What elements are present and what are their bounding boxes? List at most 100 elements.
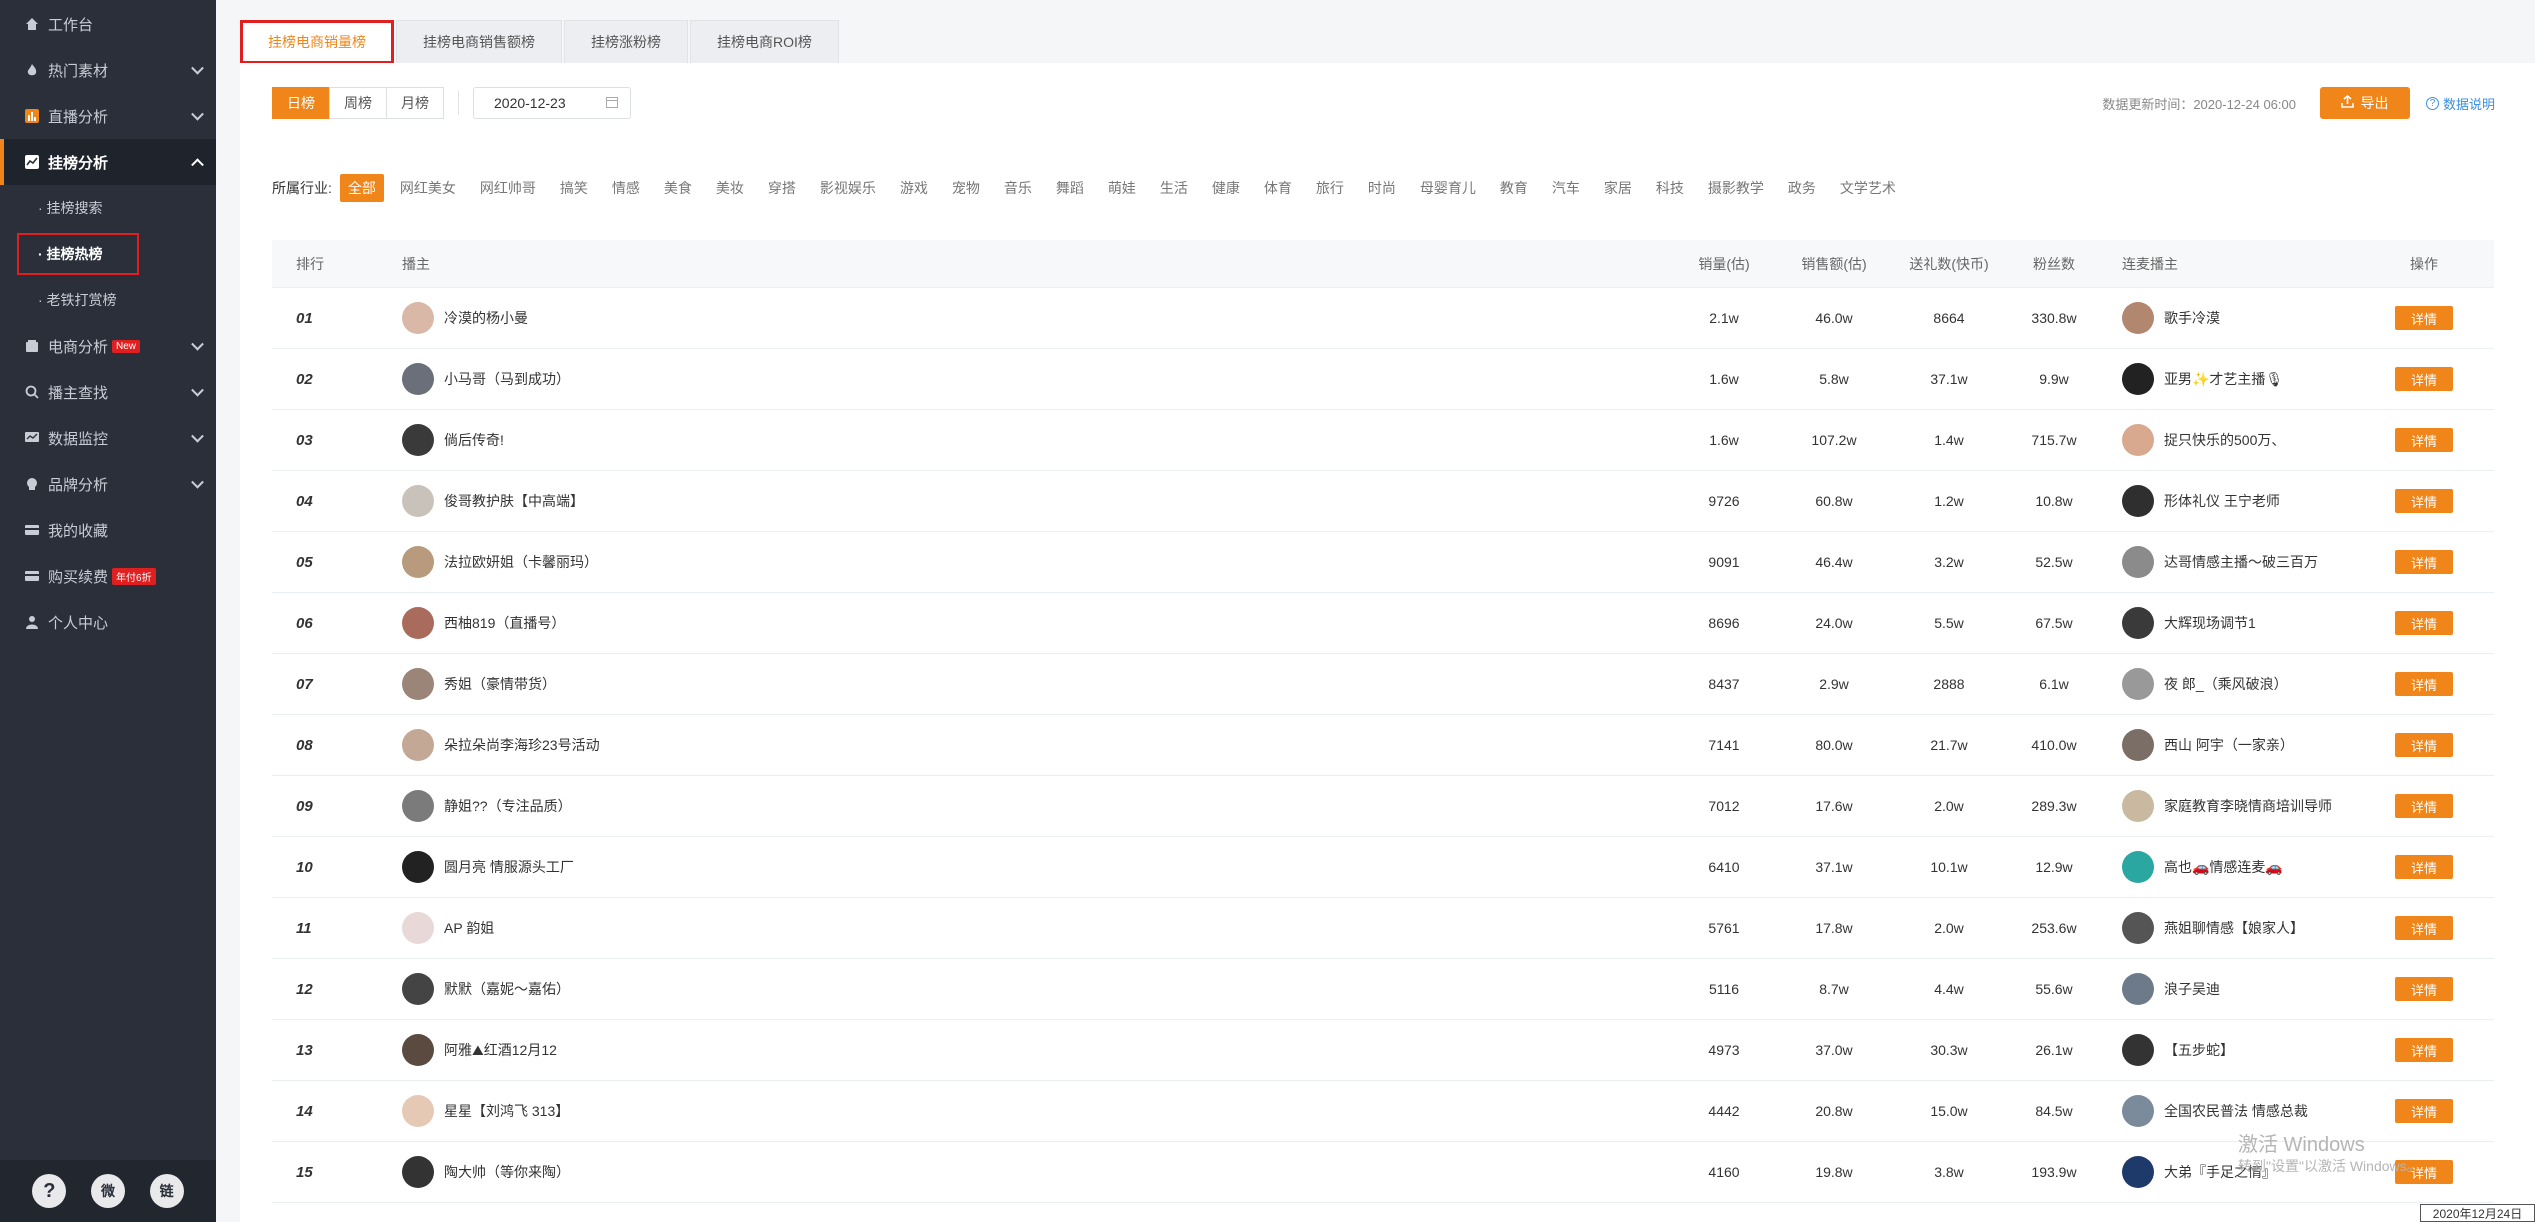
anchor-name[interactable]: 朵拉朵尚李海珍23号活动: [444, 735, 600, 755]
avatar[interactable]: [402, 1095, 434, 1127]
sidebar-item-hot-material[interactable]: 热门素材: [0, 47, 216, 93]
industry-chip[interactable]: 全部: [339, 174, 384, 202]
detail-button[interactable]: 详情: [2395, 367, 2453, 391]
industry-chip[interactable]: 家居: [1596, 174, 1640, 202]
detail-button[interactable]: 详情: [2395, 672, 2453, 696]
anchor-name[interactable]: 小马哥（马到成功）: [444, 369, 570, 389]
anchor-name[interactable]: 俊哥教护肤【中高端】: [444, 491, 584, 511]
linked-anchor-name[interactable]: 高也🚗情感连麦🚗: [2164, 857, 2283, 877]
linked-anchor-name[interactable]: 西山 阿宇（一家亲）: [2164, 735, 2294, 755]
avatar[interactable]: [2122, 1095, 2154, 1127]
sidebar-item-anchor-search[interactable]: 播主查找: [0, 369, 216, 415]
sidebar-item-favorites[interactable]: 我的收藏: [0, 507, 216, 553]
help-icon[interactable]: ?: [32, 1174, 67, 1208]
avatar[interactable]: [2122, 485, 2154, 517]
avatar[interactable]: [2122, 729, 2154, 761]
avatar[interactable]: [2122, 912, 2154, 944]
sidebar-item-ecommerce[interactable]: 电商分析 New: [0, 323, 216, 369]
avatar[interactable]: [2122, 1156, 2154, 1188]
avatar[interactable]: [402, 424, 434, 456]
avatar[interactable]: [402, 485, 434, 517]
sidebar-item-workbench[interactable]: 工作台: [0, 1, 216, 47]
avatar[interactable]: [402, 1034, 434, 1066]
link-icon[interactable]: 链: [149, 1174, 184, 1208]
industry-chip[interactable]: 游戏: [892, 174, 936, 202]
avatar[interactable]: [402, 363, 434, 395]
avatar[interactable]: [402, 546, 434, 578]
anchor-name[interactable]: 倘后传奇!: [444, 430, 504, 450]
linked-anchor-name[interactable]: 大辉现场调节1: [2164, 613, 2256, 633]
detail-button[interactable]: 详情: [2395, 611, 2453, 635]
industry-chip[interactable]: 穿搭: [760, 174, 804, 202]
industry-chip[interactable]: 摄影教学: [1700, 174, 1772, 202]
detail-button[interactable]: 详情: [2395, 855, 2453, 879]
linked-anchor-name[interactable]: 夜 郎_（乘风破浪）: [2164, 674, 2288, 694]
anchor-name[interactable]: 冷漠的杨小曼: [444, 308, 528, 328]
industry-chip[interactable]: 时尚: [1360, 174, 1404, 202]
anchor-name[interactable]: 静姐??（专注品质）: [444, 796, 572, 816]
linked-anchor-name[interactable]: 【五步蛇】: [2164, 1040, 2234, 1060]
data-help-link[interactable]: ? 数据说明: [2425, 94, 2495, 113]
industry-chip[interactable]: 文学艺术: [1832, 174, 1904, 202]
linked-anchor-name[interactable]: 亚男✨才艺主播🎙: [2164, 369, 2283, 389]
tab-ecommerce-sales-amount[interactable]: 挂榜电商销售额榜: [396, 20, 562, 64]
avatar[interactable]: [2122, 1034, 2154, 1066]
industry-chip[interactable]: 政务: [1780, 174, 1824, 202]
industry-chip[interactable]: 健康: [1204, 174, 1248, 202]
avatar[interactable]: [402, 302, 434, 334]
industry-chip[interactable]: 搞笑: [552, 174, 596, 202]
industry-chip[interactable]: 旅行: [1308, 174, 1352, 202]
detail-button[interactable]: 详情: [2395, 794, 2453, 818]
avatar[interactable]: [2122, 424, 2154, 456]
avatar[interactable]: [2122, 851, 2154, 883]
detail-button[interactable]: 详情: [2395, 733, 2453, 757]
anchor-name[interactable]: 默默（嘉妮～嘉佑）: [444, 979, 570, 999]
linked-anchor-name[interactable]: 全国农民普法 情感总裁: [2164, 1101, 2308, 1121]
linked-anchor-name[interactable]: 捉只快乐的500万、: [2164, 430, 2285, 450]
linked-anchor-name[interactable]: 燕姐聊情感【娘家人】: [2164, 918, 2304, 938]
export-button[interactable]: 导出: [2319, 87, 2410, 119]
industry-chip[interactable]: 舞蹈: [1048, 174, 1092, 202]
sidebar-item-live-analysis[interactable]: 直播分析: [0, 93, 216, 139]
industry-chip[interactable]: 体育: [1256, 174, 1300, 202]
detail-button[interactable]: 详情: [2395, 489, 2453, 513]
industry-chip[interactable]: 音乐: [996, 174, 1040, 202]
tab-ecommerce-sales-volume[interactable]: 挂榜电商销量榜: [240, 20, 394, 64]
avatar[interactable]: [2122, 363, 2154, 395]
anchor-name[interactable]: 陶大帅（等你来陶）: [444, 1162, 570, 1182]
detail-button[interactable]: 详情: [2395, 550, 2453, 574]
avatar[interactable]: [402, 912, 434, 944]
wechat-icon[interactable]: 微: [90, 1174, 125, 1208]
avatar[interactable]: [2122, 668, 2154, 700]
avatar[interactable]: [402, 1156, 434, 1188]
avatar[interactable]: [2122, 302, 2154, 334]
linked-anchor-name[interactable]: 家庭教育李晓情商培训导师: [2164, 796, 2332, 816]
avatar[interactable]: [2122, 607, 2154, 639]
linked-anchor-name[interactable]: 浪子吴迪: [2164, 979, 2220, 999]
industry-chip[interactable]: 科技: [1648, 174, 1692, 202]
anchor-name[interactable]: 西柚819（直播号）: [444, 613, 565, 633]
industry-chip[interactable]: 母婴育儿: [1412, 174, 1484, 202]
industry-chip[interactable]: 萌娃: [1100, 174, 1144, 202]
industry-chip[interactable]: 汽车: [1544, 174, 1588, 202]
sidebar-item-data-monitor[interactable]: 数据监控: [0, 415, 216, 461]
avatar[interactable]: [402, 790, 434, 822]
sidebar-item-rank-analysis[interactable]: 挂榜分析: [0, 139, 216, 185]
industry-chip[interactable]: 美妆: [708, 174, 752, 202]
industry-chip[interactable]: 生活: [1152, 174, 1196, 202]
industry-chip[interactable]: 网红帅哥: [472, 174, 544, 202]
linked-anchor-name[interactable]: 形体礼仪 王宁老师: [2164, 491, 2280, 511]
anchor-name[interactable]: 圆月亮 情服源头工厂: [444, 857, 574, 877]
industry-chip[interactable]: 影视娱乐: [812, 174, 884, 202]
avatar[interactable]: [402, 729, 434, 761]
tab-ecommerce-roi[interactable]: 挂榜电商ROI榜: [690, 20, 839, 64]
detail-button[interactable]: 详情: [2395, 1099, 2453, 1123]
detail-button[interactable]: 详情: [2395, 1038, 2453, 1062]
anchor-name[interactable]: 星星【刘鸿飞 313】: [444, 1101, 569, 1121]
sidebar-item-purchase[interactable]: 购买续费 年付6折: [0, 553, 216, 599]
sidebar-subitem-tipping-rank[interactable]: · 老铁打赏榜: [0, 277, 216, 323]
anchor-name[interactable]: 阿雅⛰红酒12月12: [444, 1040, 557, 1060]
anchor-name[interactable]: 秀姐（豪情带货）: [444, 674, 556, 694]
industry-chip[interactable]: 情感: [604, 174, 648, 202]
detail-button[interactable]: 详情: [2395, 306, 2453, 330]
